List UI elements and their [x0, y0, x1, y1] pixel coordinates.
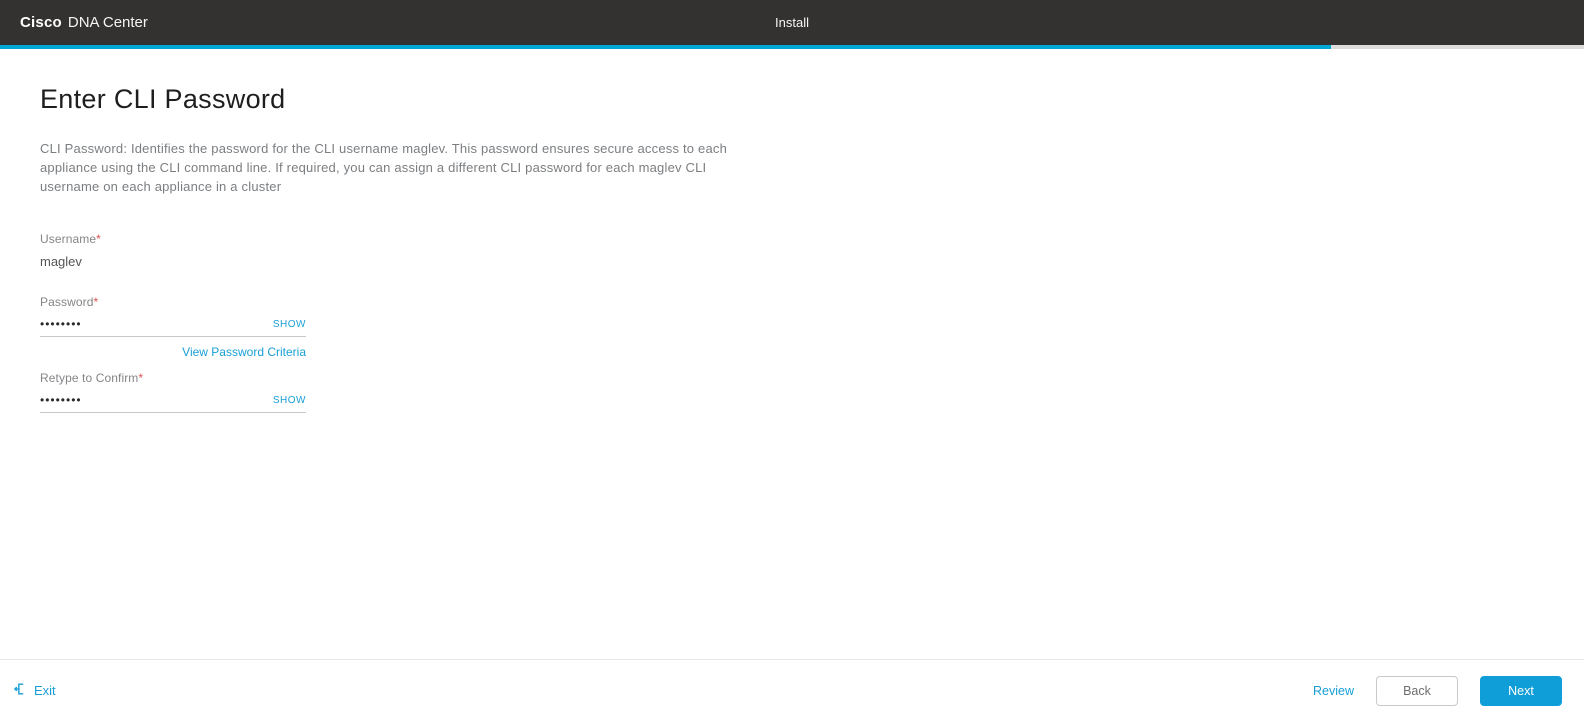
- app-header: Cisco DNA Center Install: [0, 0, 1584, 45]
- header-center-title: Install: [775, 15, 809, 30]
- show-password-toggle[interactable]: SHOW: [273, 319, 306, 330]
- show-retype-toggle[interactable]: SHOW: [273, 395, 306, 406]
- page-title: Enter CLI Password: [40, 84, 1544, 115]
- username-label-text: Username: [40, 232, 96, 246]
- footer-bar: Exit Review Back Next: [0, 659, 1584, 721]
- progress-fill: [0, 45, 1331, 49]
- retype-input[interactable]: [40, 391, 273, 409]
- username-label: Username*: [40, 232, 306, 246]
- retype-label: Retype to Confirm*: [40, 371, 306, 385]
- brand-rest: DNA Center: [68, 14, 148, 31]
- username-value: maglev: [40, 254, 306, 269]
- page-description: CLI Password: Identifies the password fo…: [40, 140, 760, 197]
- password-input-row: SHOW: [40, 313, 306, 337]
- password-label: Password*: [40, 295, 306, 309]
- required-asterisk: *: [96, 232, 101, 246]
- required-asterisk: *: [138, 371, 143, 385]
- next-button[interactable]: Next: [1480, 676, 1562, 706]
- back-button-label: Back: [1403, 684, 1431, 698]
- brand: Cisco DNA Center: [0, 14, 148, 31]
- username-field-group: Username* maglev: [40, 232, 306, 269]
- exit-icon: [14, 682, 28, 699]
- criteria-link-row: View Password Criteria: [40, 343, 306, 361]
- cli-password-form: Username* maglev Password* SHOW View Pas…: [40, 232, 306, 413]
- required-asterisk: *: [94, 295, 99, 309]
- password-label-text: Password: [40, 295, 94, 309]
- progress-bar: [0, 45, 1584, 49]
- review-link[interactable]: Review: [1313, 684, 1354, 698]
- back-button[interactable]: Back: [1376, 676, 1458, 706]
- next-button-label: Next: [1508, 684, 1534, 698]
- retype-input-row: SHOW: [40, 389, 306, 413]
- view-password-criteria-link[interactable]: View Password Criteria: [182, 345, 306, 359]
- footer-right: Review Back Next: [1313, 676, 1562, 706]
- password-field-group: Password* SHOW View Password Criteria: [40, 295, 306, 361]
- retype-field-group: Retype to Confirm* SHOW: [40, 371, 306, 413]
- exit-button[interactable]: Exit: [14, 682, 56, 699]
- main-content: Enter CLI Password CLI Password: Identif…: [0, 49, 1584, 413]
- retype-label-text: Retype to Confirm: [40, 371, 138, 385]
- brand-bold: Cisco: [20, 14, 62, 31]
- password-input[interactable]: [40, 315, 273, 333]
- exit-label: Exit: [34, 683, 56, 698]
